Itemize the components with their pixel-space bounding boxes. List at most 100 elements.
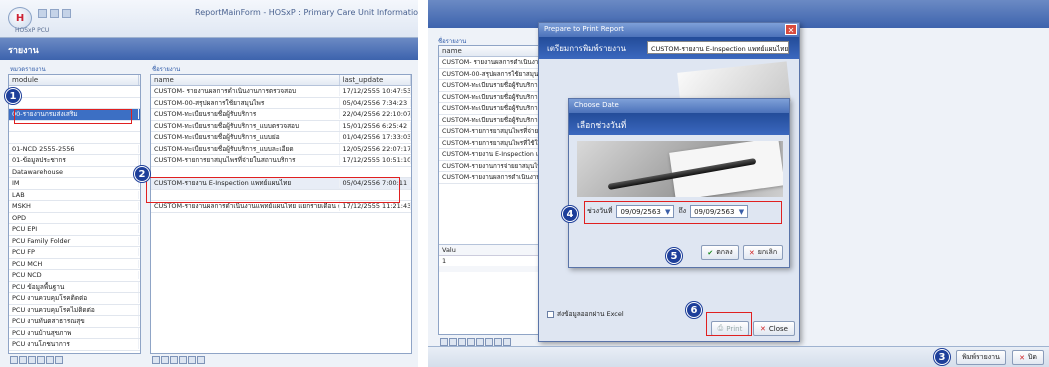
module-row[interactable]: OPD [9,213,140,224]
highlight-print [706,312,752,336]
module-row[interactable] [9,86,140,98]
report-date-cell: 17/12/2555 10:47:53 [340,87,411,96]
quick-access-undo-icon[interactable] [50,9,59,18]
right-screenshot: ชื่อรายงาน name CUSTOM- รายงานผลการดำเนิ… [428,0,1049,367]
report-row[interactable]: CUSTOM-00-สรุปผลการใช้ยาสมุนไพร 05/04/255… [151,97,411,109]
choose-date-header: เลือกช่วงวันที่ [569,113,789,135]
prepare-print-title: Prepare to Print Report ✕ [539,23,799,37]
module-row[interactable]: PCU ข้อมูลพื้นฐาน [9,281,140,293]
report-row[interactable]: CUSTOM-ทะเบียนรายชื่อผู้รับบริการ_แบบละเ… [151,143,411,155]
calendar-photo [577,141,783,197]
dialog-close-icon[interactable]: ✕ [785,24,797,35]
excel-export-checkbox[interactable]: ส่งข้อมูลออกผ่าน Excel [547,309,624,319]
module-cell: PCU MCH [9,259,139,268]
title-bar: H ReportMainForm - HOSxP : Primary Care … [0,0,418,38]
report-date-cell: 05/04/2556 7:34:23 [340,98,411,107]
report-name-cell: CUSTOM-ทะเบียนรายชื่อผู้รับบริการ_แบบตรว… [151,120,340,131]
report-date-cell: 22/04/2556 22:10:07 [340,110,411,119]
module-row[interactable]: PCU NCD [9,270,140,282]
report-name-cell: CUSTOM-ทะเบียนรายชื่อผู้รับบริการ_แบบย่อ [151,132,340,143]
module-row[interactable]: PCU งานควบคุมโรคติดต่อ [9,293,140,305]
module-cell: 01-NCD 2555-2556 [9,144,139,153]
module-row[interactable] [9,98,140,109]
module-row[interactable] [9,132,140,144]
module-cell: PCU งานโภชนาการ [9,339,139,350]
step-badge-1: 1 [5,88,21,104]
module-column-header[interactable]: module [9,75,139,85]
last-update-column-header[interactable]: last_update [340,75,411,85]
module-cell: PCU NCD [9,271,139,280]
module-pager[interactable] [10,356,63,366]
report-name-cell: CUSTOM-ทะเบียนรายชื่อผู้รับบริการ_แบบละเ… [151,143,340,154]
cancel-x-icon: ✕ [748,248,755,257]
print-report-button[interactable]: พิมพ์รายงาน [956,350,1006,365]
module-row[interactable]: 01-NCD 2555-2556 [9,144,140,155]
module-cell: Datawarehouse [9,167,139,176]
quick-access-dropdown-icon[interactable] [62,9,71,18]
module-row[interactable]: LAB [9,190,140,201]
choose-date-dialog: Choose Date เลือกช่วงวันที่ ช่วงวันที่ 0… [568,98,790,268]
module-row[interactable]: 01-ข้อมูลประชากร [9,155,140,167]
module-cell: MSKH [9,202,139,211]
module-row[interactable]: PCU งานทันตสาธารณสุข [9,316,140,328]
left-screenshot: H ReportMainForm - HOSxP : Primary Care … [0,0,418,367]
name-column-header[interactable]: name [151,75,340,85]
module-cell: PCU งานควบคุมโรคไม่ติดต่อ [9,304,139,315]
step-badge-3: 3 [934,349,950,365]
close-x-icon: ✕ [760,324,766,333]
report-name-cell: CUSTOM-00-สรุปผลการใช้ยาสมุนไพร [151,97,340,108]
quick-access-save-icon[interactable] [38,9,47,18]
highlight-date-range [584,201,782,224]
module-row[interactable]: Datawarehouse [9,167,140,178]
module-row[interactable]: PCU งานควบคุมโรคไม่ติดต่อ [9,304,140,316]
module-row[interactable]: PCU งานบ้านสุขภาพ [9,327,140,339]
report-date-cell: 17/12/2555 10:51:10 [340,156,411,165]
module-row[interactable]: PCU EPI [9,224,140,236]
report-row[interactable]: CUSTOM-ทะเบียนรายชื่อผู้รับบริการ_แบบตรว… [151,120,411,132]
module-cell: PCU EPI [9,225,139,234]
ribbon-title: รายงาน [0,38,418,60]
module-row[interactable]: PCU FP [9,247,140,259]
step-badge-6: 6 [686,302,702,318]
module-cell: PCU ข้อมูลพื้นฐาน [9,281,139,292]
report-row[interactable]: CUSTOM- รายงานผลการดำเนินงานการตรวจสอบ 17… [151,86,411,98]
module-row[interactable]: PCU MCH [9,259,140,270]
step-badge-4: 4 [562,206,578,222]
module-cell: PCU งานควบคุมโรคติดต่อ [9,293,139,304]
module-row[interactable]: PCU Family Folder [9,236,140,247]
module-row[interactable]: MSKH [9,201,140,213]
report-date-cell: 12/05/2556 22:07:17 [340,144,411,153]
app-menu-button[interactable]: H [8,7,32,29]
module-cell: PCU งานบ้านสุขภาพ [9,327,139,338]
module-cell: LAB [9,190,139,199]
module-cell: PCU Family Folder [9,236,139,245]
highlight-report [146,177,400,203]
check-icon: ✔ [707,248,714,257]
report-date-cell: 01/04/2556 17:33:03 [340,133,411,142]
report-pager[interactable] [152,356,205,366]
report-name-cell: CUSTOM-รายการยาสมุนไพรที่จ่ายในสถานบริกา… [151,155,340,166]
report-date-cell: 17/12/2555 11:21:43 [340,202,411,211]
bottom-close-button[interactable]: ✕ ปิด [1012,350,1044,365]
report-name-cell: CUSTOM-ทะเบียนรายชื่อผู้รับบริการ [151,109,340,120]
report-row[interactable]: CUSTOM-ทะเบียนรายชื่อผู้รับบริการ_แบบย่อ… [151,132,411,144]
ok-button[interactable]: ✔ ตกลง [701,245,739,260]
module-row[interactable]: PCU งานโภชนาการ [9,339,140,351]
report-name-field[interactable]: CUSTOM-รายงาน E-Inspection แพทย์แผนไทย [647,41,789,54]
app-subtitle: HOSxP PCU [15,27,50,34]
module-cell: OPD [9,213,139,222]
prepare-print-header: เตรียมการพิมพ์รายงาน CUSTOM-รายงาน E-Ins… [539,37,799,59]
cancel-button[interactable]: ✕ ยกเลิก [743,245,783,260]
report-name-cell: CUSTOM- รายงานผลการดำเนินงานการตรวจสอบ [151,86,340,97]
module-row[interactable]: IM [9,178,140,190]
close-button[interactable]: ✕ Close [753,321,795,336]
choose-date-title: Choose Date [569,99,789,113]
bottom-toolbar: พิมพ์รายงาน ✕ ปิด [428,346,1049,367]
close-x-icon: ✕ [1019,353,1025,362]
report-pane-header: ชื่อรายงาน [152,66,181,73]
module-cell: IM [9,179,139,188]
highlight-module [14,109,132,124]
report-row[interactable]: CUSTOM-รายการยาสมุนไพรที่จ่ายในสถานบริกา… [151,155,411,167]
module-pane-header: หมวดรายงาน [10,66,46,73]
report-row[interactable]: CUSTOM-ทะเบียนรายชื่อผู้รับบริการ 22/04/2… [151,109,411,121]
